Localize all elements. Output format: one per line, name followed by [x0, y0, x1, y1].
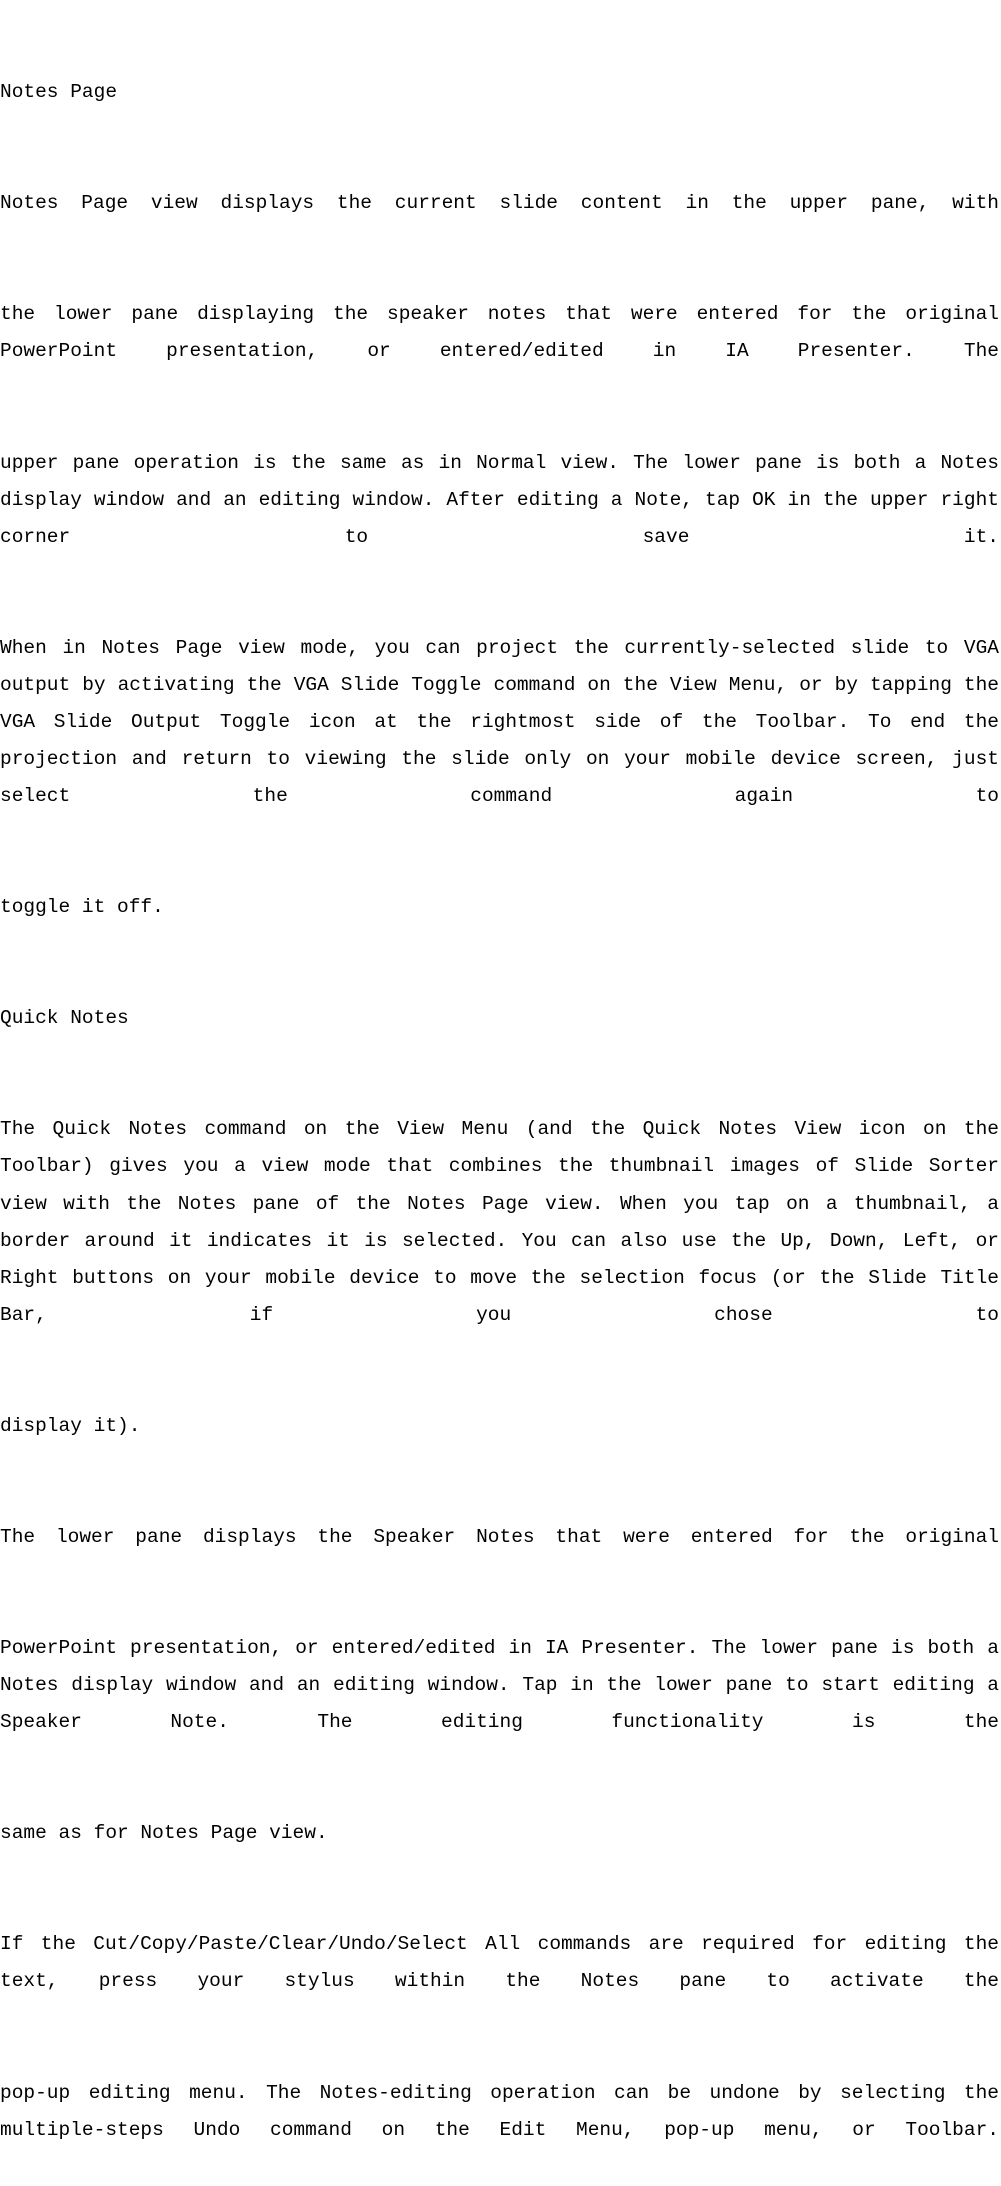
paragraph-line: If the Cut/Copy/Paste/Clear/Undo/Select …: [0, 1926, 1001, 2000]
heading-quick-notes: Quick Notes: [0, 1000, 1001, 1037]
heading-notes-page: Notes Page: [0, 74, 1001, 111]
paragraph-line: The Quick Notes command on the View Menu…: [0, 1111, 1001, 1333]
document-body: Notes Page Notes Page view displays the …: [0, 0, 1001, 2186]
paragraph-line: pop-up editing menu. The Notes-editing o…: [0, 2075, 1001, 2149]
paragraph-line: toggle it off.: [0, 889, 1001, 926]
paragraph-line: the lower pane displaying the speaker no…: [0, 296, 1001, 370]
paragraph-line: When in Notes Page view mode, you can pr…: [0, 630, 1001, 815]
paragraph-line: The lower pane displays the Speaker Note…: [0, 1519, 1001, 1556]
paragraph-line: PowerPoint presentation, or entered/edit…: [0, 1630, 1001, 1741]
paragraph-line: upper pane operation is the same as in N…: [0, 445, 1001, 556]
paragraph-line: same as for Notes Page view.: [0, 1815, 1001, 1852]
paragraph-line: display it).: [0, 1408, 1001, 1445]
paragraph-line: Notes Page view displays the current sli…: [0, 185, 1001, 222]
